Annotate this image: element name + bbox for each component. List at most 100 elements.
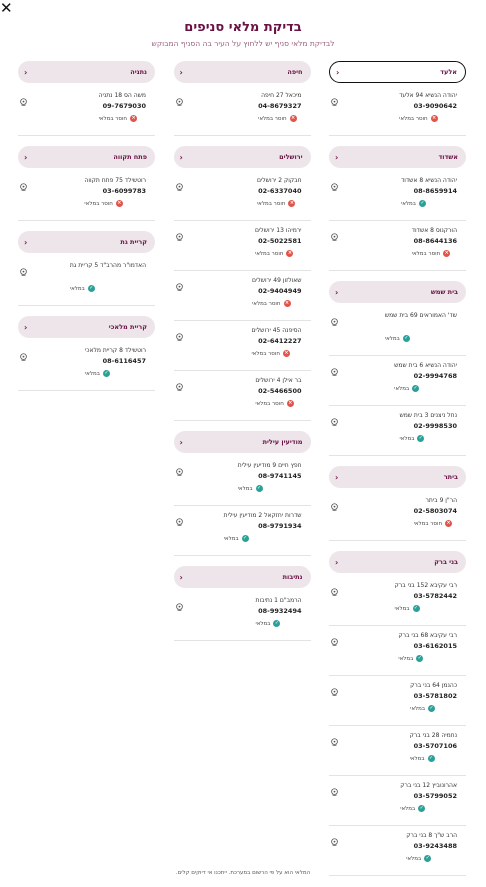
stock-status-label: במלאי <box>384 335 400 342</box>
city-toggle[interactable]: › בני ברק <box>329 551 466 573</box>
map-pin-icon[interactable] <box>175 177 184 192</box>
branch-phone[interactable]: 08-9741145 <box>238 472 301 480</box>
map-pin-icon[interactable] <box>330 362 339 377</box>
branch-phone[interactable]: 02-9994768 <box>394 372 457 380</box>
branch-phone[interactable]: 08-8644136 <box>412 237 457 245</box>
branch-phone[interactable]: 03-9090642 <box>399 102 457 110</box>
branch-info: יהודה הנשיא 8 אשדוד 08-8659914 ✓ במלאי <box>401 177 457 207</box>
stock-status: ✓ במלאי <box>395 605 457 612</box>
city-toggle[interactable]: › בית שמש <box>329 281 466 303</box>
branch-phone[interactable]: 02-5022581 <box>255 237 301 245</box>
city-toggle[interactable]: › מודיעין עילית <box>173 431 311 453</box>
city-toggle[interactable]: › אשדוד <box>329 146 466 168</box>
stock-status-label: חוסר במלאי <box>258 115 287 122</box>
branch-phone[interactable]: 03-6099783 <box>84 187 146 195</box>
branch-row: הרמב"ם 1 נתיבות 08-9932494 ✓ במלאי <box>173 591 311 641</box>
branch-phone[interactable]: 02-6412227 <box>251 337 301 345</box>
stock-status: ✓ במלאי <box>399 435 457 442</box>
map-pin-icon[interactable] <box>330 732 339 747</box>
stock-status: ✓ במלאי <box>85 370 146 377</box>
map-pin-icon[interactable] <box>330 177 339 192</box>
branch-phone[interactable] <box>70 272 146 280</box>
branch-phone[interactable]: 02-9404949 <box>252 287 301 295</box>
map-pin-icon[interactable] <box>330 227 339 242</box>
branch-phone[interactable]: 09-7679030 <box>99 102 146 110</box>
branch-phone[interactable]: 08-9791934 <box>224 522 301 530</box>
map-pin-icon[interactable] <box>19 347 28 362</box>
city-toggle[interactable]: › נתניה <box>18 61 155 83</box>
city-toggle[interactable]: › אלעד <box>329 61 466 83</box>
branch-info: נחמיה 28 בני ברק 03-5707106 ✓ במלאי <box>410 732 457 762</box>
city-toggle[interactable]: › קריית מלאכי <box>18 316 155 338</box>
map-pin-icon[interactable] <box>330 632 339 647</box>
map-pin-icon[interactable] <box>19 262 28 277</box>
branch-phone[interactable]: 03-5799052 <box>400 792 457 800</box>
branch-phone[interactable]: 03-5782442 <box>395 592 457 600</box>
branch-phone[interactable]: 02-9998530 <box>399 422 457 430</box>
map-pin-icon[interactable] <box>330 682 339 697</box>
city-toggle[interactable]: › ירושלים <box>173 146 311 168</box>
branch-info: חבקוק 2 ירושלים 02-6337040 × חוסר במלאי <box>257 177 302 207</box>
stock-status-label: במלאי <box>410 705 426 712</box>
branch-row: האדמו"ר מהרב"ד 5 קריית גת ✓ במלאי <box>18 256 155 306</box>
map-pin-icon[interactable] <box>330 497 339 512</box>
close-icon[interactable]: ✕ <box>0 1 16 17</box>
map-pin-icon[interactable] <box>330 832 339 847</box>
branch-phone[interactable]: 02-5803074 <box>414 507 457 515</box>
map-pin-icon[interactable] <box>330 412 339 427</box>
branch-phone[interactable]: 04-8679327 <box>258 102 301 110</box>
branch-phone[interactable]: 08-9932494 <box>256 607 301 615</box>
map-pin-icon[interactable] <box>330 312 339 327</box>
map-pin-icon[interactable] <box>175 227 184 242</box>
map-pin-icon[interactable] <box>175 277 184 292</box>
map-pin-icon[interactable] <box>175 327 184 342</box>
city-toggle[interactable]: › נתיבות <box>173 566 311 588</box>
chevron-left-icon: › <box>24 322 28 332</box>
map-pin-icon[interactable] <box>175 512 184 527</box>
branch-phone[interactable]: 08-8659914 <box>401 187 457 195</box>
city-toggle[interactable]: › חיפה <box>173 61 311 83</box>
branch-address: רבי עקיבא 68 בני ברק <box>398 632 457 639</box>
city-toggle[interactable]: › פתח תקווה <box>18 146 155 168</box>
branch-phone[interactable] <box>385 322 457 330</box>
stock-status-label: חוסר במלאי <box>98 115 128 122</box>
branch-info: רוטשילד 75 פתח תקווה 03-6099783 × חוסר במלא… <box>84 177 146 207</box>
city-block: › בית שמש שד' האמוראים 69 בית שמש ✓ במלאי יהו… <box>329 281 466 456</box>
map-pin-icon[interactable] <box>330 92 339 107</box>
chevron-left-icon: › <box>179 437 183 447</box>
city-block: › ביתר הר"ן 9 ביתר 02-5803074 × חוסר במלאי <box>329 466 466 541</box>
branch-phone[interactable]: 02-5466500 <box>255 387 301 395</box>
map-pin-icon[interactable] <box>330 582 339 597</box>
branch-address: הסיפנה 45 ירושלים <box>251 327 302 334</box>
map-pin-icon[interactable] <box>175 377 184 392</box>
x-icon: × <box>130 115 138 122</box>
stock-status-label: במלאי <box>394 605 410 612</box>
branch-phone[interactable]: 03-5781802 <box>410 692 457 700</box>
branch-info: יהודה הנשיא 94 אלעד 03-9090642 × חוסר במלאי <box>399 92 457 122</box>
stock-status-label: במלאי <box>399 435 415 442</box>
city-toggle[interactable]: › ביתר <box>329 466 466 488</box>
check-icon: ✓ <box>255 485 263 492</box>
stock-status: × חוסר במלאי <box>258 115 301 122</box>
map-pin-icon[interactable] <box>175 462 184 477</box>
branch-phone[interactable]: 03-9243488 <box>406 842 457 850</box>
x-icon: × <box>283 300 291 307</box>
stock-status: × חוסר במלאי <box>251 350 301 357</box>
map-pin-icon[interactable] <box>19 92 28 107</box>
map-pin-icon[interactable] <box>175 92 184 107</box>
branch-phone[interactable]: 03-6162015 <box>398 642 457 650</box>
map-pin-icon[interactable] <box>175 597 184 612</box>
x-icon: × <box>286 400 294 407</box>
city-toggle[interactable]: › קריית גת <box>18 231 155 253</box>
branch-info: רבי עקיבא 152 בני ברק 03-5782442 ✓ במלאי <box>395 582 457 612</box>
map-pin-icon[interactable] <box>330 782 339 797</box>
branch-phone[interactable]: 02-6337040 <box>257 187 301 195</box>
branch-address: שדרות יחזקאל 2 מודיעין עילית <box>223 512 302 519</box>
map-pin-icon[interactable] <box>19 177 28 192</box>
branch-phone[interactable]: 03-5707106 <box>410 742 457 750</box>
branch-phone[interactable]: 08-6116457 <box>85 357 146 365</box>
stock-status-label: חוסר במלאי <box>255 400 284 407</box>
x-icon: × <box>445 520 453 527</box>
city-block: › אלעד יהודה הנשיא 94 אלעד 03-9090642 × חוסר … <box>329 61 466 136</box>
stock-status-label: חוסר במלאי <box>411 250 441 257</box>
